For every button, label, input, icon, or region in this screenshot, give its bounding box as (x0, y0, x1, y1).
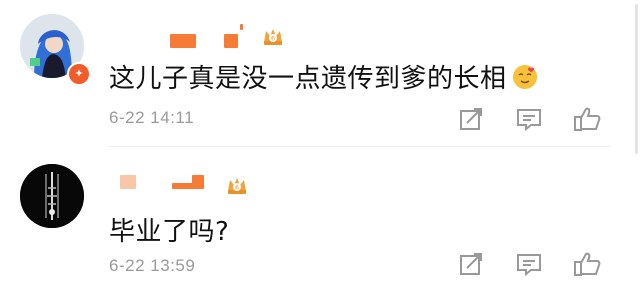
redaction-block (120, 175, 136, 189)
vip-crown-icon: 6 (226, 175, 248, 195)
avatar[interactable] (20, 164, 84, 228)
share-icon[interactable] (456, 249, 486, 279)
verified-badge-icon: ✦ (67, 62, 91, 86)
username-redacted[interactable] (108, 165, 308, 189)
comment-icon[interactable] (514, 249, 544, 279)
comment-icon[interactable] (514, 104, 544, 134)
comment-actions (456, 104, 616, 134)
comment-actions (456, 249, 616, 279)
share-icon[interactable] (456, 104, 486, 134)
timestamp: 6-22 14:11 (109, 108, 195, 127)
comment-item: ✦ 6 这儿子真是没一点遗传到爹的长相 6-22 14:11 (0, 0, 640, 147)
redaction-block (224, 34, 238, 48)
comment-item: 6 毕业了吗? 6-22 13:59 (0, 147, 640, 294)
crown-level: 6 (271, 36, 275, 43)
thumbs-up-icon[interactable] (572, 249, 602, 279)
comment-text: 这儿子真是没一点遗传到爹的长相 (109, 58, 539, 95)
crown-level: 6 (235, 185, 239, 192)
thumbs-up-icon[interactable] (572, 104, 602, 134)
timestamp: 6-22 13:59 (109, 256, 196, 275)
comment-body: 毕业了吗? (109, 217, 230, 247)
redaction-block (240, 24, 243, 30)
redaction-block (192, 175, 204, 189)
comment-text: 毕业了吗? (109, 211, 229, 248)
redaction-block (170, 34, 196, 48)
comment-body: 这儿子真是没一点遗传到爹的长相 (109, 64, 507, 94)
vip-crown-icon: 6 (262, 26, 284, 46)
face-with-hearts-icon (511, 63, 539, 91)
